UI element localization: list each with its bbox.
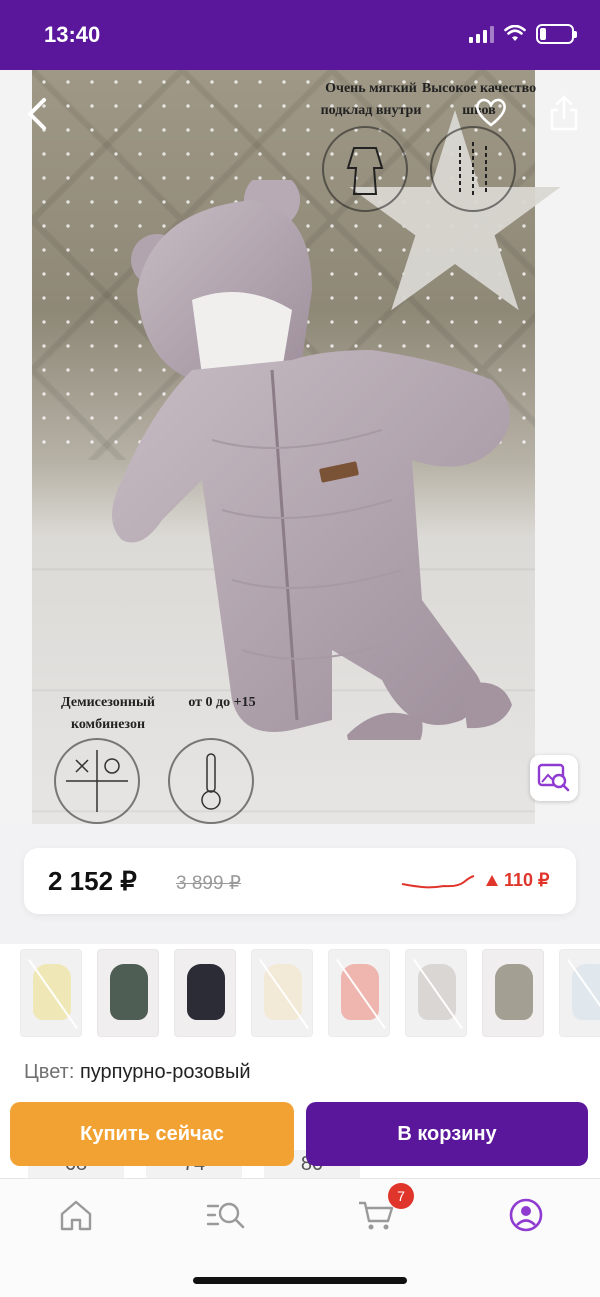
- image-search-icon: [537, 763, 570, 792]
- tab-profile[interactable]: [504, 1195, 548, 1235]
- stitching-icon: [430, 126, 516, 212]
- color-line: Цвет: пурпурно-розовый: [24, 1061, 250, 1084]
- baby-jumpsuit-illustration: [112, 180, 512, 740]
- old-price: 3 899 ₽: [176, 873, 241, 894]
- color-variant-thumbnail[interactable]: [328, 949, 390, 1037]
- caption-demi-season: Демисезонный комбинезон: [61, 695, 155, 732]
- caption-temperature: от 0 до +15: [188, 695, 256, 710]
- battery-icon: [536, 24, 577, 44]
- variant-garment-image: [495, 964, 533, 1020]
- status-icons: [469, 24, 577, 44]
- variant-garment-image: [264, 964, 302, 1020]
- catalog-search-icon: [206, 1202, 245, 1229]
- baby-outfit-icon: [322, 126, 408, 212]
- color-variant-thumbnail[interactable]: [174, 949, 236, 1037]
- wifi-icon: [504, 25, 526, 41]
- product-gallery[interactable]: Очень мягкий подклад внутри Высокое каче…: [0, 70, 600, 824]
- chevron-left-icon: [28, 98, 46, 130]
- color-value: пурпурно-розовый: [79, 1061, 251, 1083]
- cart-badge: 7: [388, 1183, 414, 1209]
- up-triangle-icon: [486, 875, 498, 886]
- back-button[interactable]: [22, 96, 52, 132]
- tab-catalog[interactable]: [204, 1195, 248, 1235]
- status-bar: 13:40: [0, 0, 600, 70]
- buy-now-button[interactable]: Купить сейчас: [10, 1102, 294, 1166]
- variant-garment-image: [341, 964, 379, 1020]
- price-trend-sparkline: [401, 875, 475, 889]
- tab-bar: 7: [0, 1178, 600, 1297]
- current-price: 2 152 ₽: [48, 866, 137, 896]
- action-buttons: Купить сейчас В корзину: [0, 1100, 600, 1170]
- price-change: 110 ₽: [486, 870, 550, 891]
- color-variant-thumbnail[interactable]: [482, 949, 544, 1037]
- favorite-button[interactable]: [474, 96, 508, 128]
- home-indicator: [193, 1277, 407, 1284]
- price-card[interactable]: 2 152 ₽ 3 899 ₽ 110 ₽: [24, 848, 576, 914]
- color-variant-thumbnail[interactable]: [97, 949, 159, 1037]
- color-variant-thumbnail[interactable]: [20, 949, 82, 1037]
- product-photo: Очень мягкий подклад внутри Высокое каче…: [32, 70, 561, 824]
- seasons-icon: [54, 738, 140, 824]
- color-variant-thumbnail[interactable]: [251, 949, 313, 1037]
- color-label: Цвет:: [24, 1061, 75, 1083]
- price-section: 2 152 ₽ 3 899 ₽ 110 ₽: [0, 824, 600, 944]
- share-icon: [550, 95, 578, 131]
- tab-home[interactable]: [54, 1195, 98, 1235]
- share-button[interactable]: [548, 94, 580, 132]
- variant-garment-image: [33, 964, 71, 1020]
- color-variants: [0, 944, 600, 1048]
- cellular-signal-icon: [469, 25, 494, 43]
- variant-garment-image: [418, 964, 456, 1020]
- heart-icon: [476, 98, 506, 127]
- visual-search-button[interactable]: [530, 755, 578, 801]
- color-variant-thumbnail[interactable]: [559, 949, 600, 1037]
- home-icon: [60, 1200, 92, 1231]
- status-time: 13:40: [44, 22, 101, 47]
- price-change-value: 110 ₽: [504, 870, 550, 890]
- variant-garment-image: [187, 964, 225, 1020]
- add-to-cart-button[interactable]: В корзину: [306, 1102, 588, 1166]
- variant-garment-image: [110, 964, 148, 1020]
- profile-icon: [509, 1198, 543, 1232]
- color-variant-thumbnail[interactable]: [405, 949, 467, 1037]
- variant-garment-image: [572, 964, 600, 1020]
- thermometer-icon: [168, 738, 254, 824]
